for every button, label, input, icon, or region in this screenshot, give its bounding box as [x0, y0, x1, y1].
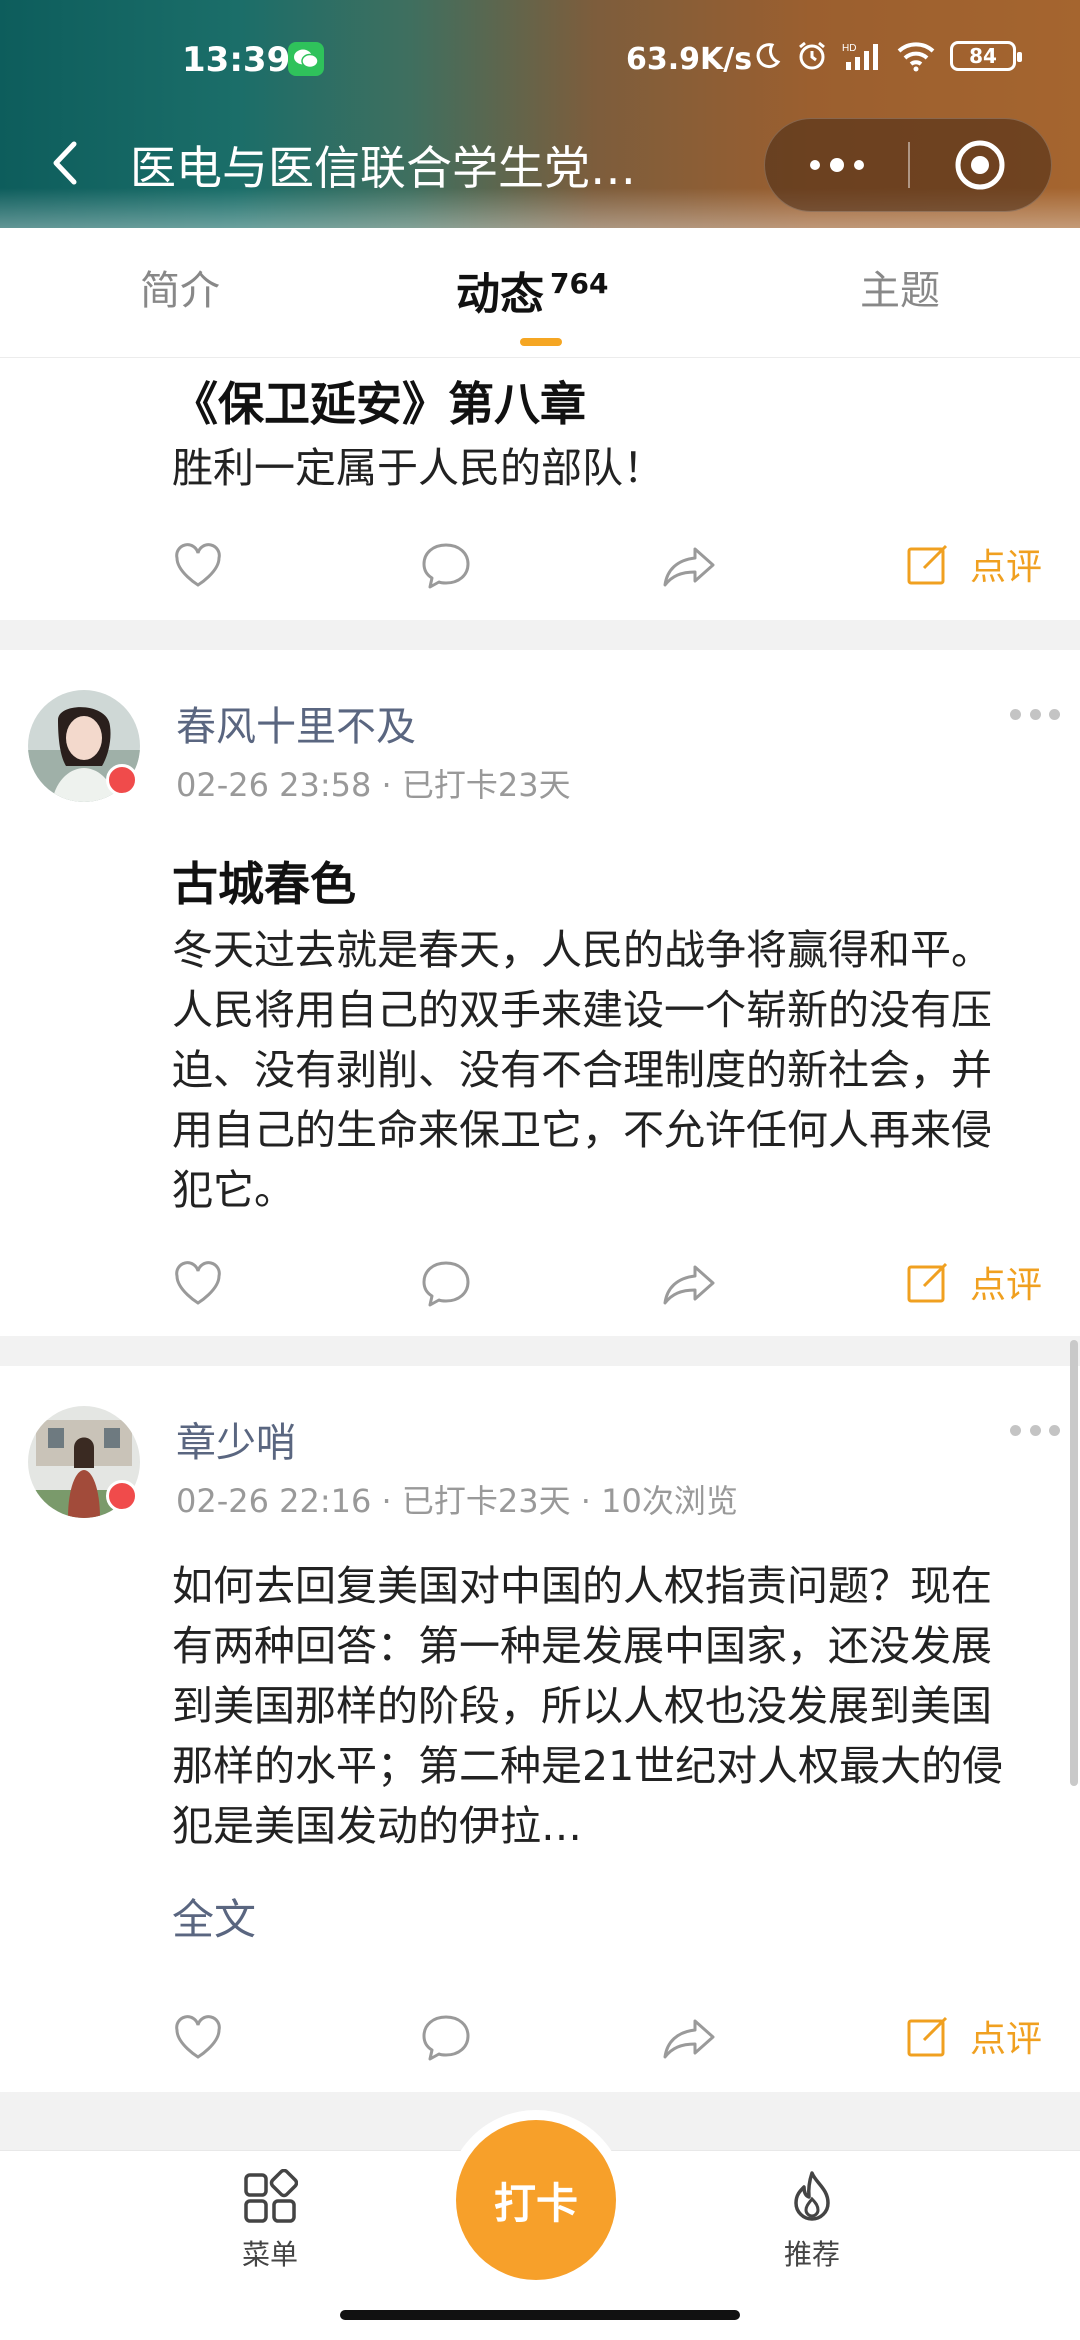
post-title: 《保卫延安》第八章 [172, 377, 586, 431]
edit-icon [907, 1262, 948, 1303]
post-meta: 02-26 22:16 · 已打卡23天 · 10次浏览 [176, 1482, 738, 1520]
full-text-link[interactable]: 全文 [172, 1886, 256, 1947]
review-button[interactable]: 点评 [906, 538, 1042, 590]
post-actions: 点评 [0, 1998, 1080, 2078]
net-speed: 63.9K/s [626, 42, 753, 77]
home-indicator [340, 2310, 740, 2320]
like-button[interactable] [168, 536, 228, 596]
post-card: 章少哨 02-26 22:16 · 已打卡23天 · 10次浏览 如何去回复美国… [0, 1366, 1080, 2092]
author-name[interactable]: 章少哨 [176, 1410, 296, 1468]
miniprogram-capsule [764, 118, 1052, 212]
scrollbar[interactable] [1070, 1340, 1078, 1786]
tab-intro-label: 简介 [140, 268, 220, 314]
comment-icon [422, 543, 470, 589]
more-button[interactable] [765, 118, 908, 212]
target-icon [955, 140, 1005, 190]
alarm-icon [799, 41, 825, 70]
tab-topics-label: 主题 [860, 268, 940, 314]
checkin-button[interactable]: 打卡 [456, 2120, 616, 2280]
edit-icon [907, 2016, 948, 2057]
status-time: 13:39 [182, 40, 291, 80]
signal-icon: HD [842, 43, 878, 70]
like-button[interactable] [168, 1254, 228, 1314]
review-label: 点评 [970, 547, 1043, 588]
share-button[interactable] [660, 1254, 720, 1314]
battery-icon: 84 [950, 41, 1022, 71]
share-arrow-icon [663, 547, 715, 587]
avatar-badge [106, 1480, 138, 1512]
tab-topics[interactable]: 主题 [860, 258, 940, 316]
comment-button[interactable] [416, 1254, 476, 1314]
review-button[interactable]: 点评 [906, 1256, 1042, 1308]
share-button[interactable] [660, 2008, 720, 2068]
comment-button[interactable] [416, 2008, 476, 2068]
post-body: 冬天过去就是春天，人民的战争将赢得和平。人民将用自己的双手来建设一个崭新的没有压… [172, 926, 992, 1214]
nav-bar: 医电与医信联合学生党… [0, 118, 1080, 212]
comment-icon [422, 1261, 470, 1307]
page-title: 医电与医信联合学生党… [130, 141, 636, 195]
tab-active-indicator [520, 338, 562, 346]
post-card: 春风十里不及 02-26 23:58 · 已打卡23天 古城春色 冬天过去就是春… [0, 650, 1080, 1336]
tab-intro[interactable]: 简介 [140, 258, 220, 316]
battery-level: 84 [969, 44, 997, 68]
post-actions: 点评 [0, 1244, 1080, 1324]
close-miniprogram-button[interactable] [910, 118, 1051, 212]
wifi-icon [897, 42, 935, 72]
edit-icon [907, 544, 948, 585]
recommend-tab[interactable]: 推荐 [752, 2169, 872, 2273]
more-dots-icon [809, 158, 864, 172]
like-button[interactable] [168, 2008, 228, 2068]
heart-icon [175, 543, 221, 587]
share-arrow-icon [663, 2019, 715, 2059]
grid-menu-icon [244, 2169, 298, 2223]
chevron-left-icon [53, 141, 77, 185]
post-meta: 02-26 23:58 · 已打卡23天 [176, 766, 571, 804]
review-button[interactable]: 点评 [906, 2010, 1042, 2062]
comment-button[interactable] [416, 536, 476, 596]
svg-text:HD: HD [842, 43, 856, 54]
moon-icon [756, 43, 781, 69]
post-actions: 点评 [0, 526, 1080, 606]
review-label: 点评 [970, 2019, 1043, 2060]
share-arrow-icon [663, 1265, 715, 1305]
tab-bar: 简介 动态 764 主题 [0, 228, 1080, 358]
wechat-icon [288, 42, 324, 76]
share-button[interactable] [660, 536, 720, 596]
status-bar: 13:39 63.9K/s HD 84 [0, 0, 1080, 120]
author-name[interactable]: 春风十里不及 [176, 694, 416, 752]
heart-icon [175, 1261, 221, 1305]
menu-tab[interactable]: 菜单 [210, 2169, 330, 2273]
post-body: 胜利一定属于人民的部队！ [172, 444, 664, 492]
comment-icon [422, 2015, 470, 2061]
tab-dynamics-count: 764 [550, 267, 609, 300]
flame-icon [794, 2171, 830, 2221]
menu-tab-label: 菜单 [241, 2238, 298, 2271]
post-card: 《保卫延安》第八章 胜利一定属于人民的部队！ 点评 [0, 358, 1080, 620]
review-label: 点评 [970, 1265, 1043, 1306]
post-menu-button[interactable] [1010, 704, 1060, 724]
checkin-label: 打卡 [493, 2178, 578, 2228]
recommend-tab-label: 推荐 [783, 2238, 840, 2271]
tab-dynamics-label: 动态 [456, 269, 544, 320]
post-title: 古城春色 [172, 857, 356, 911]
tab-dynamics[interactable]: 动态 764 [456, 258, 609, 346]
avatar-badge [106, 764, 138, 796]
back-button[interactable] [44, 138, 84, 188]
heart-icon [175, 2015, 221, 2059]
post-body: 如何去回复美国对中国的人权指责问题？现在有两种回答：第一种是发展中国家，还没发展… [172, 1562, 1004, 1850]
post-menu-button[interactable] [1010, 1420, 1060, 1440]
